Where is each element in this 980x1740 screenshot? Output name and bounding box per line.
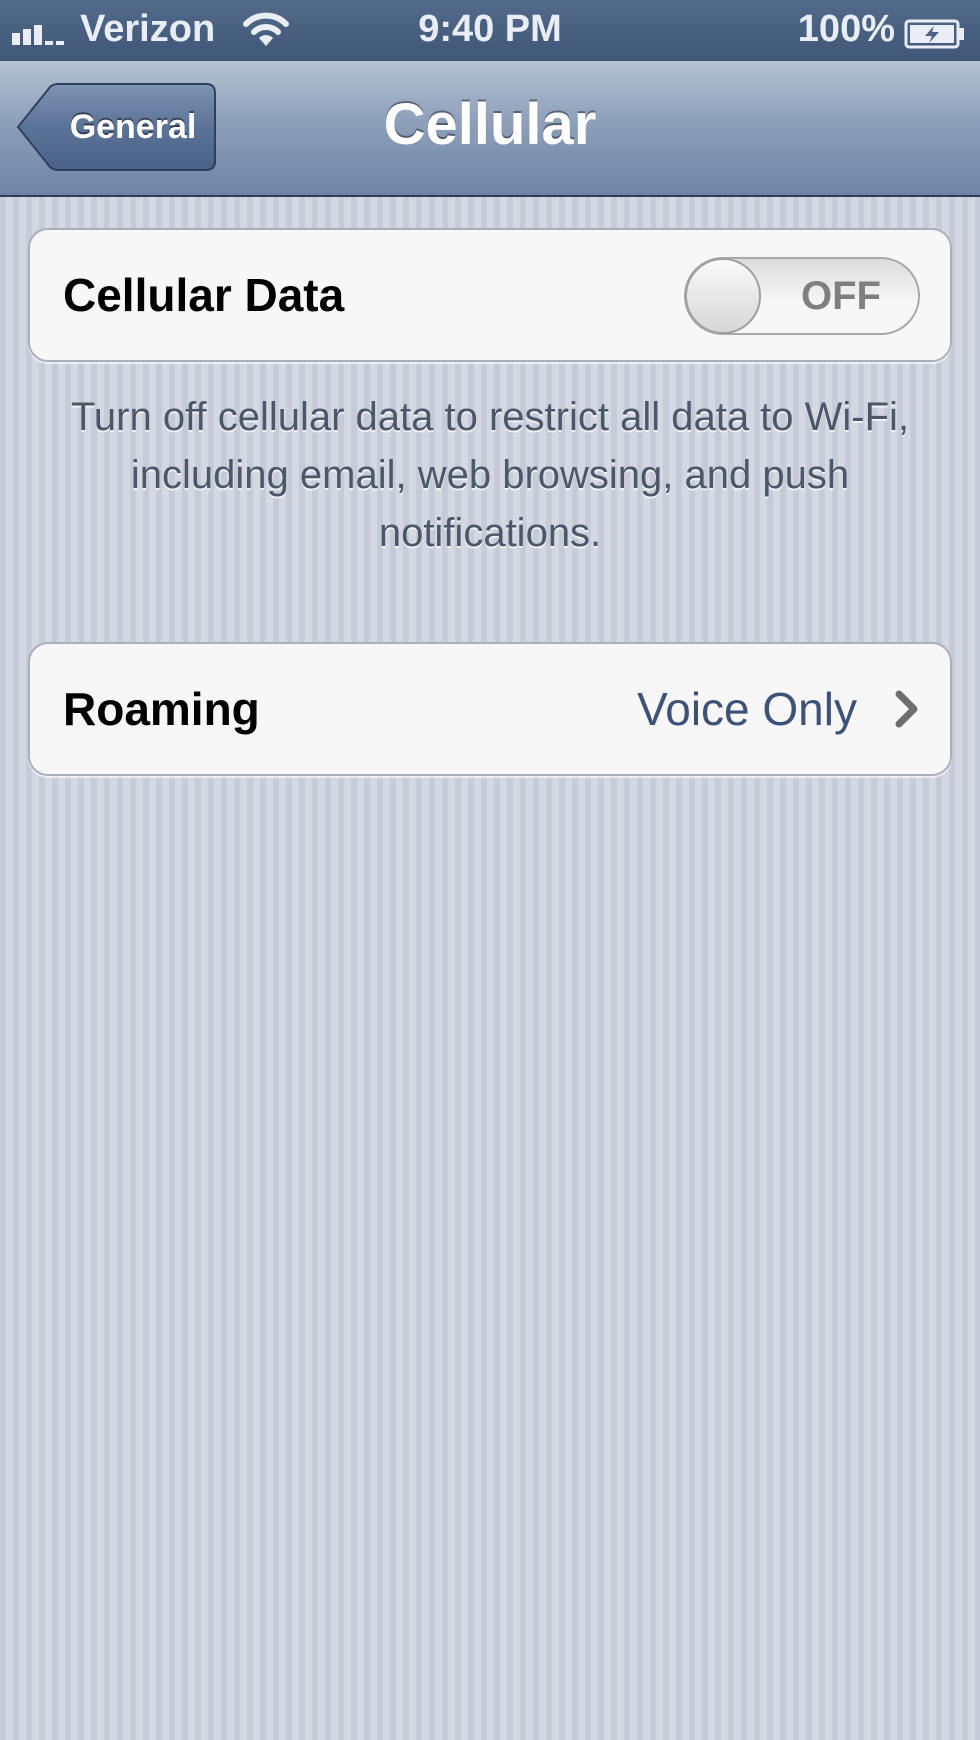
battery-percentage: 100% (797, 8, 895, 50)
chevron-right-icon (894, 690, 920, 733)
cellular-data-footer: Turn off cellular data to restrict all d… (70, 395, 910, 555)
cellular-data-toggle[interactable]: OFF (684, 257, 920, 335)
battery-icon (904, 16, 966, 59)
cellular-data-label: Cellular Data (63, 269, 345, 321)
toggle-knob (685, 258, 761, 334)
roaming-value: Voice Only (637, 683, 857, 735)
cellular-data-row: Cellular Data OFF (28, 228, 952, 362)
page-title: Cellular (383, 92, 597, 157)
toggle-state-label: OFF (801, 274, 881, 318)
roaming-row[interactable]: Roaming Voice Only (28, 642, 952, 776)
navigation-bar: General Cellular (0, 61, 980, 197)
status-bar: Verizon 9:40 PM 100% (0, 0, 980, 61)
roaming-label: Roaming (63, 683, 260, 735)
